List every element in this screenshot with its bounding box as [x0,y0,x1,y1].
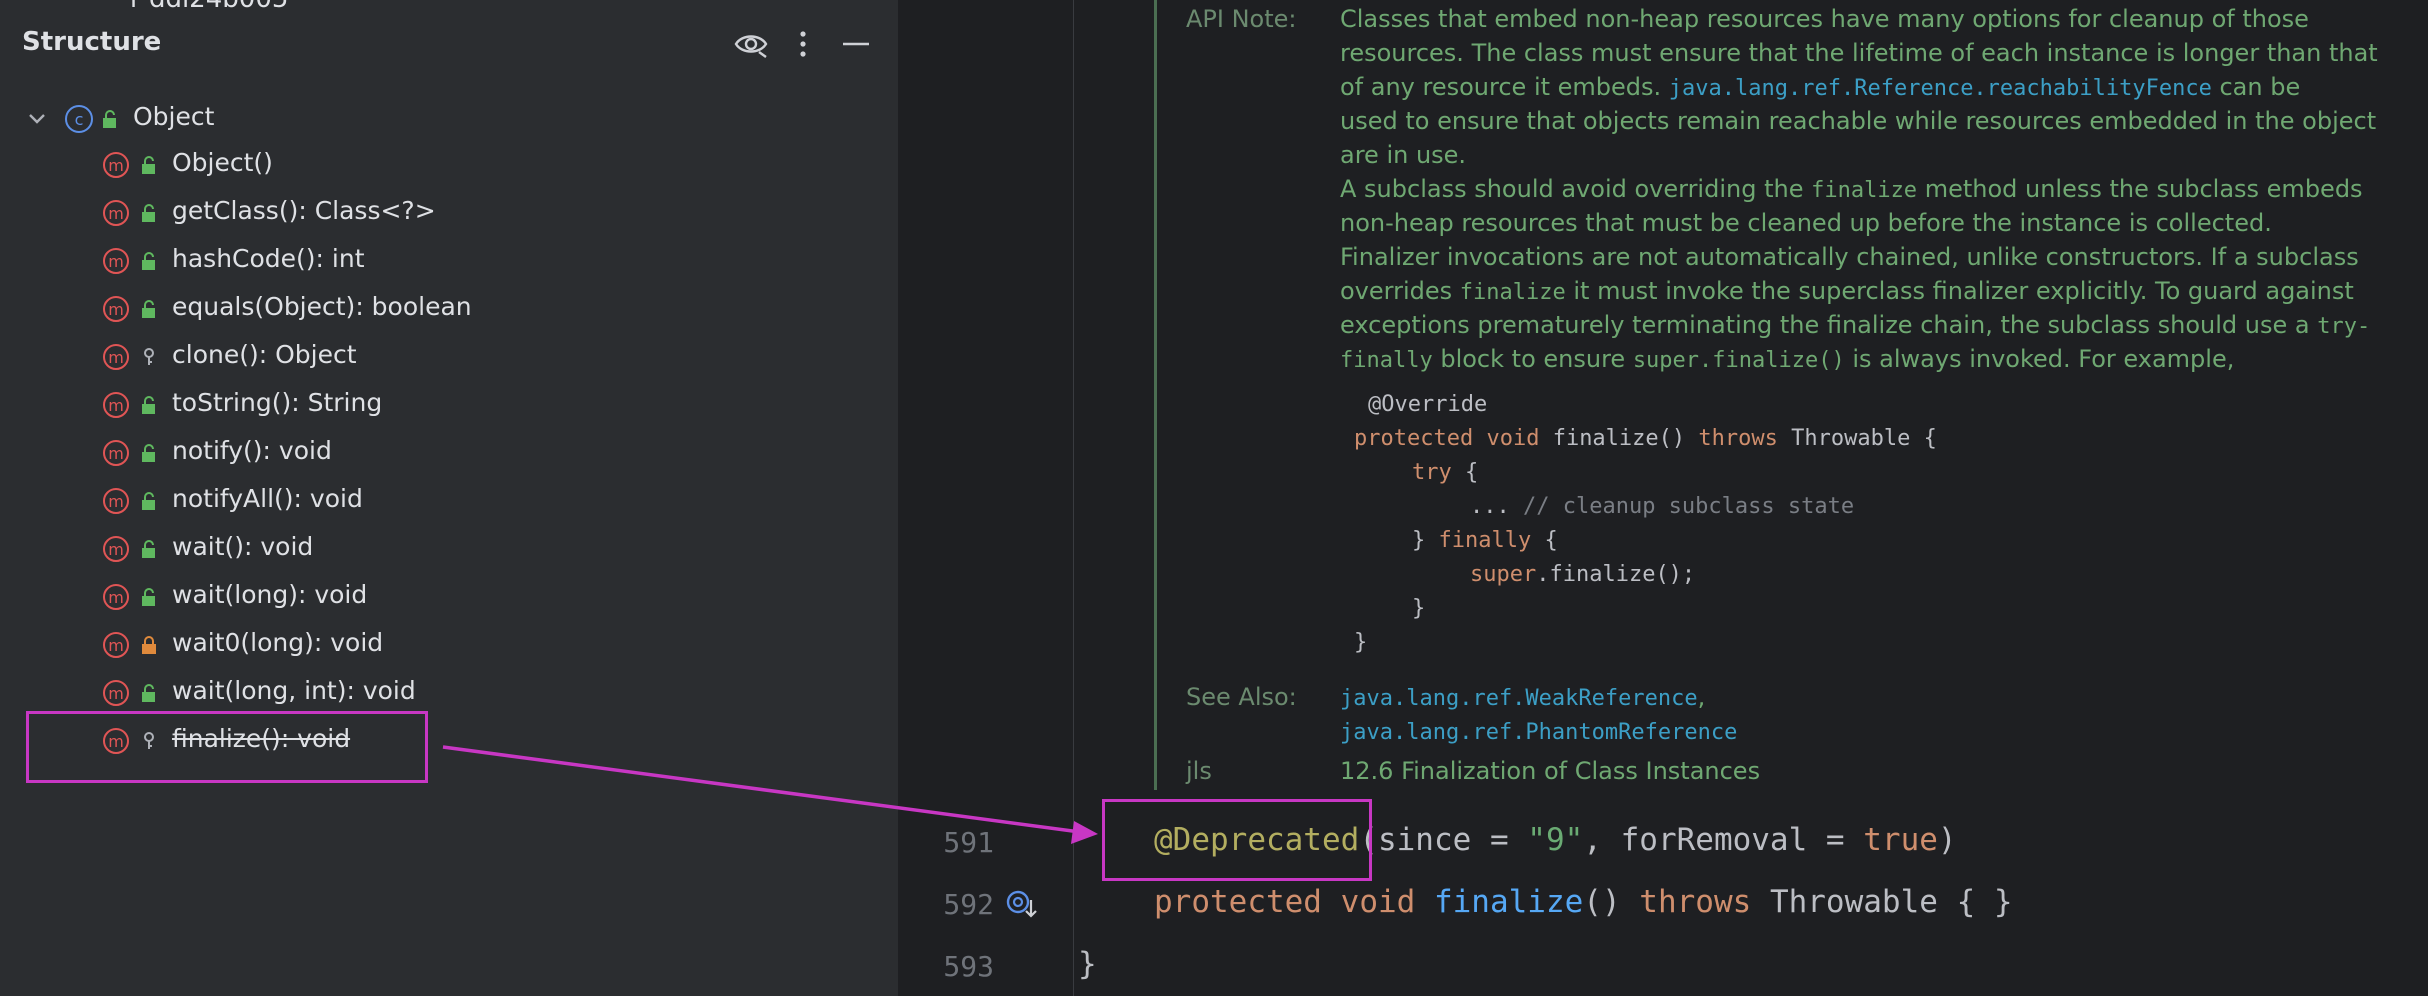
panel-title: Structure [22,27,162,57]
api-note-label: API Note: [1186,5,1297,33]
minimize-icon[interactable] [838,26,874,62]
private-lock-icon [142,636,156,654]
member-label: clone(): Object [172,340,357,369]
doc-text-line: Finalizer invocations are not automatica… [1340,243,2359,271]
member-label: wait(long, int): void [172,676,416,705]
jls-text: 12.6 Finalization of Class Instances [1340,757,1761,785]
doc-text-line: are in use. [1340,141,1467,169]
example-code-line: try { [1412,460,1479,485]
member-row[interactable]: m wait(): void [0,526,898,572]
cut-off-row-text: r ddl24b005 [130,0,288,14]
public-lock-icon [142,588,155,606]
doc-text-line: A subclass should avoid overriding the f… [1340,175,2363,203]
method-badge-icon: m [103,248,129,274]
see-also-label: See Also: [1186,683,1297,711]
method-badge-icon: m [103,680,129,706]
see-also-line: java.lang.ref.WeakReference, [1340,683,1706,711]
member-label: wait0(long): void [172,628,384,657]
example-code-line: protected void finalize() throws Throwab… [1354,426,1937,451]
line-number: 592 [943,888,994,921]
member-row[interactable]: m equals(Object): boolean [0,286,898,332]
example-code-line: } [1354,630,1368,655]
public-lock-icon [142,540,155,558]
jls-label: jls [1186,757,1212,785]
member-row[interactable]: m Object() [0,142,898,188]
method-badge-icon: m [103,488,129,514]
doc-text-line: overrides finalize it must invoke the su… [1340,277,2354,305]
public-lock-icon [142,252,155,270]
example-code-line: ... // cleanup subclass state [1470,494,1855,519]
gutter-separator [1073,0,1074,996]
member-row[interactable]: m getClass(): Class<?> [0,190,898,236]
example-code-line: } finally { [1412,528,1558,553]
method-badge-icon: m [103,440,129,466]
method-badge-icon: m [103,200,129,226]
overrides-gutter-icon[interactable] [1004,886,1040,922]
finalize-method-name: finalize [1433,884,1584,920]
member-row[interactable]: m toString(): String [0,382,898,428]
more-vertical-icon[interactable] [785,26,821,62]
member-label: equals(Object): boolean [172,292,472,321]
member-label: wait(long): void [172,580,368,609]
public-lock-icon [142,156,155,174]
code-line-finalize: protected void finalize() throws Throwab… [1154,884,2013,920]
member-label: notify(): void [172,436,332,465]
example-code-line: super.finalize(); [1470,562,1696,587]
member-row[interactable]: m wait(long): void [0,574,898,620]
method-badge-icon: m [103,632,129,658]
line-number: 593 [943,950,994,983]
member-label: wait(): void [172,532,314,561]
member-label: toString(): String [172,388,383,417]
member-row[interactable]: m notify(): void [0,430,898,476]
member-label: getClass(): Class<?> [172,196,436,225]
weak-reference-link[interactable]: java.lang.ref.WeakReference [1340,686,1698,711]
code-line-closing-brace: } [1078,946,1097,982]
public-lock-icon [142,300,155,318]
member-label: Object() [172,148,273,177]
see-also-line: java.lang.ref.PhantomReference [1340,714,1737,750]
method-badge-icon: m [103,584,129,610]
member-label: notifyAll(): void [172,484,363,513]
phantom-reference-link[interactable]: java.lang.ref.PhantomReference [1340,720,1737,745]
method-badge-icon: m [103,392,129,418]
doc-text-line: finally block to ensure super.finalize()… [1340,345,2235,373]
method-badge-icon: m [103,344,129,370]
example-code-line: } [1412,596,1426,621]
doc-text-line: used to ensure that objects remain reach… [1340,107,2377,135]
rendered-doc-bar [1154,0,1157,790]
member-label: hashCode(): int [172,244,365,273]
class-badge-icon: c [65,105,93,133]
public-lock-icon [142,396,155,414]
example-code-line: @Override [1368,392,1488,417]
tree-root-label: Object [133,102,215,131]
structure-panel: r ddl24b005 Structure c Object m Object()… [0,0,898,996]
doc-text-line: non-heap resources that must be cleaned … [1340,209,2272,237]
deprecated-highlight-box [1102,799,1372,881]
member-row[interactable]: m wait0(long): void [0,622,898,668]
reachability-fence-link[interactable]: java.lang.ref.Reference.reachabilityFenc… [1669,76,2212,101]
finalize-highlight-box [26,711,428,783]
doc-text-line: exceptions prematurely terminating the f… [1340,311,2371,339]
doc-text-line: resources. The class must ensure that th… [1340,39,2378,67]
public-lock-icon [142,492,155,510]
method-badge-icon: m [103,296,129,322]
public-lock-icon [142,684,155,702]
public-lock-icon [142,204,155,222]
protected-key-icon [144,348,154,365]
method-badge-icon: m [103,152,129,178]
public-lock-icon [142,444,155,462]
member-row[interactable]: m notifyAll(): void [0,478,898,524]
doc-text-line: Classes that embed non-heap resources ha… [1340,5,2309,33]
tree-root-object[interactable]: c Object [0,96,898,142]
doc-text-line: of any resource it embeds. java.lang.ref… [1340,73,2301,101]
method-badge-icon: m [103,536,129,562]
member-row[interactable]: m wait(long, int): void [0,670,898,716]
public-lock-icon [103,110,116,128]
chevron-down-icon[interactable] [24,106,50,132]
member-row[interactable]: m hashCode(): int [0,238,898,284]
line-number: 591 [943,826,994,859]
eye-icon[interactable] [733,26,769,62]
member-row[interactable]: m clone(): Object [0,334,898,380]
